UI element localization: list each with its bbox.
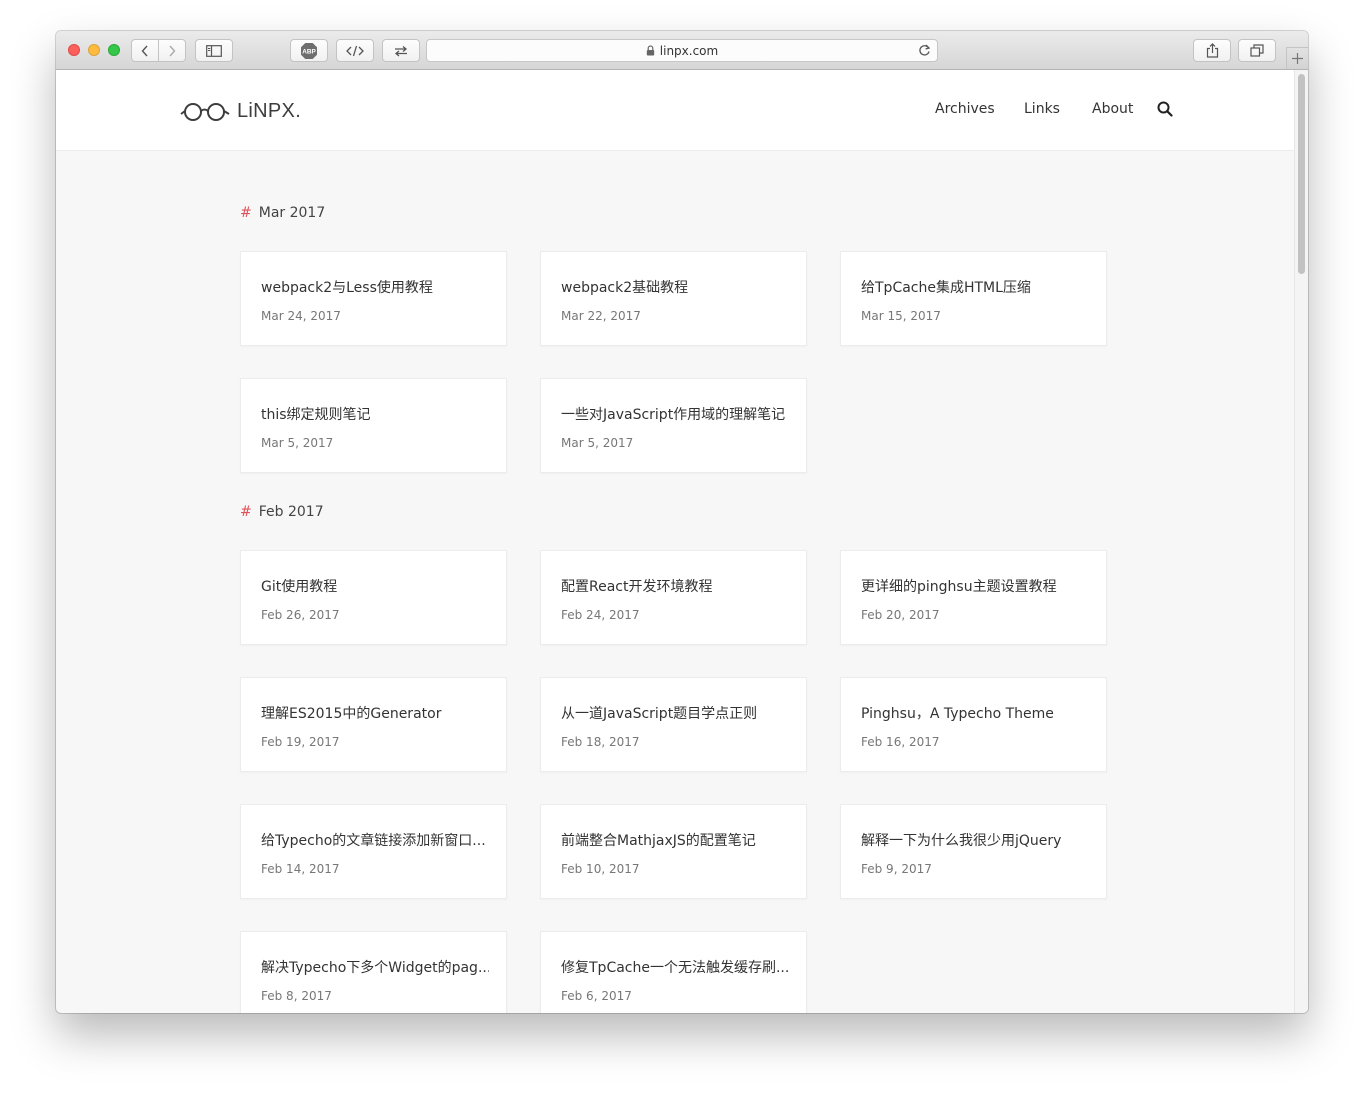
post-date: Feb 19, 2017 [261,735,340,749]
post-title: this绑定规则笔记 [261,407,371,423]
search-icon [1157,101,1173,117]
post-card[interactable]: 解释一下为什么我很少用jQuery Feb 9, 2017 [840,804,1107,899]
close-window-button[interactable] [68,44,80,56]
post-card[interactable]: Pinghsu，A Typecho Theme Feb 16, 2017 [840,677,1107,772]
post-date: Mar 5, 2017 [261,436,334,450]
tabs-icon [1250,44,1264,57]
post-title: 前端整合MathjaxJS的配置笔记 [561,833,756,849]
post-title: 解决Typecho下多个Widget的pag... [261,960,489,976]
post-card[interactable]: 解决Typecho下多个Widget的pag... Feb 8, 2017 [240,931,507,1013]
chevron-right-icon [169,45,176,56]
post-card[interactable]: webpack2与Less使用教程 Mar 24, 2017 [240,251,507,346]
month-heading-label: Feb 2017 [258,504,324,520]
post-date: Mar 15, 2017 [861,309,941,323]
post-title: 理解ES2015中的Generator [261,706,442,722]
sidebar-button[interactable] [195,39,233,62]
post-card[interactable]: this绑定规则笔记 Mar 5, 2017 [240,378,507,473]
month-heading: # Feb 2017 [240,504,324,520]
address-bar[interactable]: linpx.com [426,39,938,62]
glasses-icon [180,102,230,121]
post-title: webpack2与Less使用教程 [261,280,433,296]
post-title: 从一道JavaScript题目学点正则 [561,706,758,722]
svg-text:ABP: ABP [302,48,316,55]
logo-text: LiNPX. [237,100,302,122]
post-date: Mar 5, 2017 [561,436,634,450]
post-card[interactable]: Git使用教程 Feb 26, 2017 [240,550,507,645]
sidebar-icon [206,44,222,57]
hash-icon: # [240,504,252,520]
post-title: 配置React开发环境教程 [561,579,713,595]
back-forward-group [131,39,186,62]
tab-overview-button[interactable] [1238,39,1276,62]
post-date: Feb 26, 2017 [261,608,340,622]
post-date: Feb 18, 2017 [561,735,640,749]
post-date: Feb 10, 2017 [561,862,640,876]
post-date: Feb 20, 2017 [861,608,940,622]
post-card[interactable]: 前端整合MathjaxJS的配置笔记 Feb 10, 2017 [540,804,807,899]
search-button[interactable] [1157,101,1173,121]
web-inspector-button[interactable] [336,39,374,62]
adblock-plus-button[interactable]: ABP [290,39,328,62]
site-header: LiNPX. Archives Links About [56,70,1294,151]
browser-window: ABP linpx.com LiNPX. Archives Links Abou… [56,31,1308,1013]
share-button[interactable] [1193,39,1231,62]
plus-icon [1292,53,1303,64]
post-title: 解释一下为什么我很少用jQuery [861,833,1062,849]
scrollbar-thumb[interactable] [1298,74,1305,274]
minimize-window-button[interactable] [88,44,100,56]
lock-icon [646,45,655,56]
post-title: 修复TpCache一个无法触发缓存刷... [561,960,789,976]
site-logo[interactable]: LiNPX. [180,100,301,123]
page-scrollbar[interactable] [1294,70,1308,1013]
post-date: Mar 24, 2017 [261,309,341,323]
address-url: linpx.com [659,43,719,58]
forward-button[interactable] [158,40,185,61]
chevron-left-icon [141,45,148,56]
post-card[interactable]: 配置React开发环境教程 Feb 24, 2017 [540,550,807,645]
post-card[interactable]: 修复TpCache一个无法触发缓存刷... Feb 6, 2017 [540,931,807,1013]
post-date: Feb 24, 2017 [561,608,640,622]
post-date: Feb 6, 2017 [561,989,632,1003]
post-date: Feb 9, 2017 [861,862,932,876]
post-card[interactable]: 一些对JavaScript作用域的理解笔记 Mar 5, 2017 [540,378,807,473]
post-card[interactable]: 给Typecho的文章链接添加新窗口... Feb 14, 2017 [240,804,507,899]
responsive-design-button[interactable] [382,39,420,62]
post-date: Feb 14, 2017 [261,862,340,876]
month-heading: # Mar 2017 [240,205,325,221]
post-date: Feb 16, 2017 [861,735,940,749]
post-title: 一些对JavaScript作用域的理解笔记 [561,407,786,423]
post-title: Git使用教程 [261,579,338,595]
post-card[interactable]: 给TpCache集成HTML压缩 Mar 15, 2017 [840,251,1107,346]
post-title: webpack2基础教程 [561,280,689,296]
adblock-plus-icon: ABP [301,42,317,59]
archive-content: # Mar 2017 webpack2与Less使用教程 Mar 24, 2017… [56,151,1294,1013]
post-card[interactable]: webpack2基础教程 Mar 22, 2017 [540,251,807,346]
post-date: Mar 22, 2017 [561,309,641,323]
post-title: Pinghsu，A Typecho Theme [861,706,1054,722]
nav-links[interactable]: Links [1024,101,1060,117]
swap-arrows-icon [394,45,408,56]
back-button[interactable] [132,40,158,61]
reload-icon[interactable] [918,44,931,60]
post-card[interactable]: 理解ES2015中的Generator Feb 19, 2017 [240,677,507,772]
zoom-window-button[interactable] [108,44,120,56]
post-date: Feb 8, 2017 [261,989,332,1003]
nav-archives[interactable]: Archives [935,101,995,117]
browser-toolbar: ABP linpx.com [56,31,1308,70]
post-title: 给TpCache集成HTML压缩 [861,280,1031,296]
post-card[interactable]: 更详细的pinghsu主题设置教程 Feb 20, 2017 [840,550,1107,645]
code-icon [346,45,364,56]
month-heading-label: Mar 2017 [258,205,326,221]
nav-about[interactable]: About [1092,101,1133,117]
post-title: 给Typecho的文章链接添加新窗口... [261,833,486,849]
new-tab-button[interactable] [1286,47,1308,69]
post-title: 更详细的pinghsu主题设置教程 [861,579,1057,595]
post-card[interactable]: 从一道JavaScript题目学点正则 Feb 18, 2017 [540,677,807,772]
share-icon [1206,43,1218,58]
hash-icon: # [240,205,252,221]
